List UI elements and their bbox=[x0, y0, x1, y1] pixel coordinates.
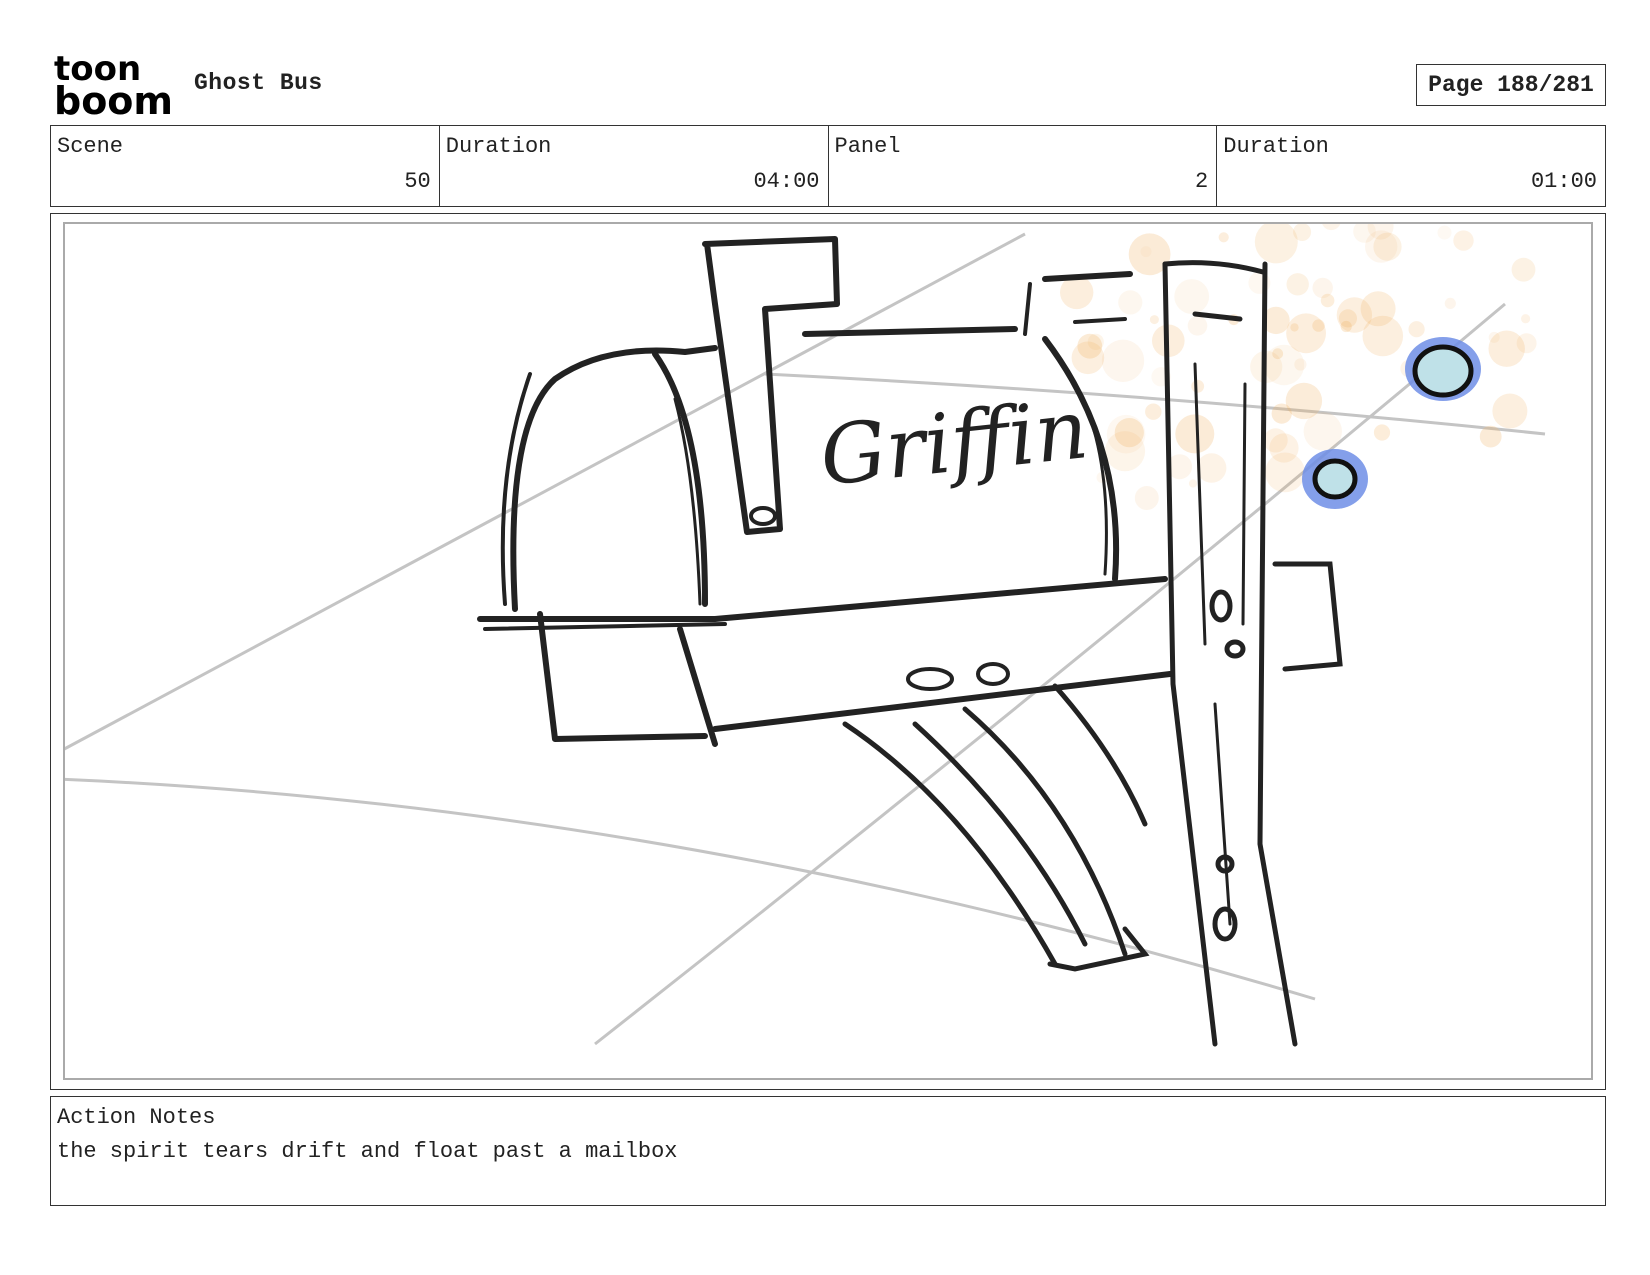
mailbox-name: Griffin bbox=[816, 382, 1093, 504]
panel-duration-label: Duration bbox=[1223, 134, 1329, 159]
sparkle-dot bbox=[1365, 230, 1398, 263]
sparkle-dot bbox=[1187, 316, 1208, 336]
sparkle-dot bbox=[1444, 297, 1456, 309]
sparkle-dot bbox=[1492, 393, 1528, 429]
sparkle-dot bbox=[1114, 418, 1144, 448]
support-arm bbox=[842, 683, 1150, 972]
sparkle-dot bbox=[1263, 344, 1305, 386]
sparkle-dot bbox=[1521, 314, 1531, 324]
sparkle-dot bbox=[1286, 273, 1309, 296]
sparkle-dot bbox=[1437, 225, 1452, 240]
sparkle-dot bbox=[1101, 339, 1145, 382]
sparkle-dot bbox=[1145, 403, 1162, 420]
logo-text-bottom: boom bbox=[54, 79, 173, 118]
panel-label: Panel bbox=[834, 134, 901, 159]
sparkle-dot bbox=[1140, 246, 1152, 258]
mailbox-body bbox=[477, 271, 1173, 747]
spirit-tear-small bbox=[1302, 449, 1368, 509]
spirit-tear-large bbox=[1405, 337, 1481, 401]
perspective-lines bbox=[65, 232, 1546, 1046]
sparkle-dot bbox=[1479, 425, 1502, 448]
sparkle-dot bbox=[1149, 315, 1159, 325]
panel-value: 2 bbox=[1195, 169, 1209, 194]
panel-info-table: Scene 50 Duration 04:00 Panel 2 Duration… bbox=[50, 125, 1606, 207]
sparkle-dot bbox=[1077, 333, 1103, 359]
action-notes-text: the spirit tears drift and float past a … bbox=[57, 1139, 678, 1164]
sparkle-dot bbox=[1408, 321, 1425, 338]
sparkle-dot bbox=[1265, 452, 1305, 493]
sparkle-dot bbox=[1218, 232, 1229, 243]
action-notes: Action Notes the spirit tears drift and … bbox=[50, 1096, 1606, 1206]
sparkle-dot bbox=[1453, 230, 1474, 251]
sparkle-dot bbox=[1191, 379, 1205, 393]
sparkle-dot bbox=[1511, 257, 1536, 282]
sparkle-dot bbox=[1322, 224, 1341, 231]
scene-cell: Scene 50 bbox=[51, 126, 440, 206]
toonboom-logo: toon boom bbox=[54, 49, 174, 123]
sparkle-dot bbox=[1196, 453, 1227, 483]
sparkle-dot bbox=[1312, 277, 1333, 299]
sparkle-dot bbox=[1516, 333, 1537, 354]
panel-duration-cell: Duration 01:00 bbox=[1217, 126, 1605, 206]
sparkle-dot bbox=[1254, 224, 1298, 264]
sparkle-dot bbox=[1340, 320, 1352, 333]
panel-drawing-area: Griffin bbox=[63, 222, 1593, 1080]
scene-duration-value: 04:00 bbox=[753, 169, 820, 194]
sparkle-dot bbox=[1118, 290, 1143, 315]
mailbox-flag bbox=[702, 236, 840, 535]
sparkle-dot bbox=[1285, 382, 1323, 420]
scene-duration-label: Duration bbox=[445, 134, 552, 159]
scene-label: Scene bbox=[57, 134, 124, 159]
sparkle-dot bbox=[1188, 479, 1198, 488]
scene-value: 50 bbox=[404, 169, 431, 194]
action-notes-label: Action Notes bbox=[57, 1105, 216, 1130]
project-title: Ghost Bus bbox=[194, 70, 323, 96]
sparkle-dot bbox=[1175, 414, 1215, 454]
sparkle-dot bbox=[1360, 291, 1396, 327]
scene-duration-cell: Duration 04:00 bbox=[440, 126, 829, 206]
page-indicator: Page 188/281 bbox=[1416, 64, 1606, 106]
panel-cell: Panel 2 bbox=[829, 126, 1218, 206]
sparkle-dot bbox=[1373, 424, 1391, 441]
storyboard-panel: Griffin bbox=[50, 213, 1606, 1090]
flag-pivot bbox=[749, 506, 777, 526]
post-bracket bbox=[1272, 561, 1343, 672]
panel-duration-value: 01:00 bbox=[1530, 169, 1597, 194]
panel-sketch: Griffin bbox=[65, 224, 1546, 1047]
sparkle-dot bbox=[1134, 486, 1159, 510]
sparkle-dot bbox=[1174, 279, 1210, 314]
